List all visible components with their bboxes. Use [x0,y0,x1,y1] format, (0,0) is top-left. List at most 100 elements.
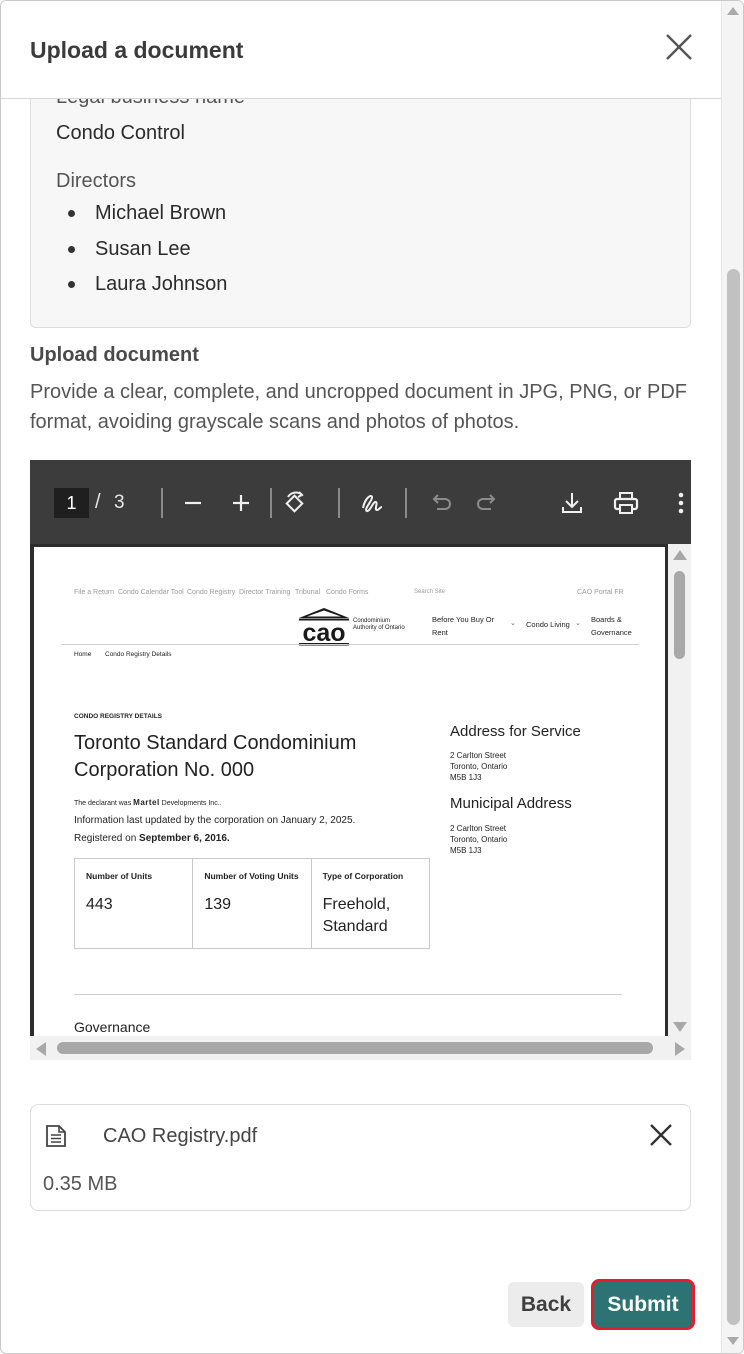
document-file-icon [46,1125,66,1147]
pdf-units-table: Number of Units 443 Number of Voting Uni… [74,858,430,949]
toolbar-divider [161,488,163,518]
pdf-address-line: M5B 1J3 [450,773,482,782]
table-header: Number of Units [86,871,153,881]
table-value: 443 [86,896,113,913]
chevron-down-icon: ⌄ [575,620,581,627]
pdf-address-service-title: Address for Service [450,723,581,740]
rotate-icon[interactable] [280,488,310,518]
toolbar-divider [405,488,407,518]
upload-document-title: Upload document [30,344,199,366]
table-cell: Type of Corporation Freehold, Standard [312,859,429,948]
modal-header: Upload a document [1,1,721,99]
pdf-search-label: Search Site [414,589,446,595]
pdf-horizontal-scrollbar[interactable] [30,1036,691,1060]
pdf-heading-line2: Corporation No. 000 [74,759,255,781]
pdf-divider [61,644,639,645]
print-icon[interactable] [611,488,641,518]
redo-icon[interactable] [473,488,503,518]
directors-list: Michael Brown Susan Lee Laura Johnson [56,202,227,309]
pdf-nav-item: Before You Buy Or Rent [432,615,495,637]
submit-button[interactable]: Submit [591,1279,695,1330]
zoom-out-icon[interactable] [178,488,208,518]
pdf-top-link: Tribunal [295,589,321,596]
modal-title: Upload a document [30,37,244,63]
download-icon[interactable] [557,488,587,518]
pdf-address-line: 2 Carlton Street [450,751,507,760]
page-number-input[interactable]: 1 [54,488,89,518]
more-options-icon[interactable] [666,488,691,518]
pdf-divider [74,994,622,995]
scroll-down-arrow-icon[interactable] [727,1337,739,1345]
file-size: 0.35 MB [43,1173,118,1195]
scroll-right-arrow-icon[interactable] [675,1042,685,1056]
pdf-page: File a Return Condo Calendar Tool Condo … [34,547,665,1039]
close-icon[interactable] [663,31,695,63]
scroll-thumb[interactable] [57,1042,653,1054]
total-pages: 3 [114,492,125,513]
pdf-registered-prefix: Registered on [74,833,137,844]
cao-logo-text: cao [302,619,345,647]
pdf-vertical-scrollbar[interactable] [668,544,691,1036]
pdf-address-line: Toronto, Ontario [450,762,508,771]
directors-label: Directors [56,170,137,192]
scroll-thumb[interactable] [674,571,685,659]
pdf-registered-line: Registered on September 6, 2016. [74,833,230,844]
pdf-municipal-title: Municipal Address [450,795,572,812]
pdf-heading-line1: Toronto Standard Condominium [74,732,357,754]
modal-scrollbar[interactable] [721,1,743,1353]
annotate-icon[interactable] [357,488,387,518]
pdf-nav-item: Condo Living [526,620,570,629]
director-item: Laura Johnson [56,273,227,309]
pdf-breadcrumb-current: Condo Registry Details [105,651,172,658]
toolbar-divider [338,488,340,518]
business-info-card: Legal business name Condo Control Direct… [30,61,691,328]
toolbar-divider [270,488,272,518]
pdf-registered-date: September 6, 2016. [139,833,230,844]
table-value: 139 [204,896,232,913]
page-separator: / [95,491,101,513]
file-name: CAO Registry.pdf [103,1125,258,1147]
upload-document-description: Provide a clear, complete, and uncropped… [30,381,687,433]
pdf-address-service: 2 Carlton Street Toronto, Ontario M5B 1J… [450,750,507,783]
pdf-top-link: Condo Forms [326,589,369,596]
uploaded-file-card: CAO Registry.pdf 0.35 MB [30,1104,691,1211]
pdf-declarant-line: The declarant was Martel Developments In… [74,798,222,807]
scroll-left-arrow-icon[interactable] [36,1042,46,1056]
director-item: Susan Lee [56,238,227,274]
pdf-declarant-suffix: Developments Inc.. [161,800,222,807]
director-item: Michael Brown [56,202,227,238]
pdf-top-link: Condo Registry [187,589,236,596]
remove-file-icon[interactable] [648,1122,674,1148]
zoom-in-icon[interactable] [226,488,256,518]
pdf-declarant-prefix: The declarant was [74,800,132,807]
scroll-down-arrow-icon[interactable] [673,1022,687,1032]
pdf-viewer: 1 / 3 File a Return Condo Calendar Tool … [30,460,691,1060]
cao-logo-caption: Condominium Authority of Ontario [353,618,405,631]
pdf-toolbar: 1 / 3 [30,460,691,544]
pdf-top-link: Director Training [239,589,291,596]
table-header: Type of Corporation [322,871,404,881]
pdf-portal-links: CAO Portal FR [577,589,624,596]
table-header: Number of Voting Units [204,871,299,881]
scroll-thumb[interactable] [727,269,740,1325]
table-value: Freehold, Standard [322,896,391,935]
cao-logo-icon: cao [299,608,349,647]
pdf-top-link: Condo Calendar Tool [118,589,184,596]
back-button[interactable]: Back [508,1282,584,1327]
legal-business-name-value: Condo Control [56,122,185,144]
pdf-address-line: Toronto, Ontario [450,835,508,844]
pdf-document-area[interactable]: File a Return Condo Calendar Tool Condo … [30,544,691,1039]
pdf-last-updated: Information last updated by the corporat… [74,815,356,826]
pdf-municipal-address: 2 Carlton Street Toronto, Ontario M5B 1J… [450,823,507,856]
pdf-declarant-name: Martel [133,798,160,807]
undo-icon[interactable] [425,488,455,518]
chevron-down-icon: ⌄ [510,620,516,627]
pdf-top-link: File a Return [74,589,115,596]
scroll-up-arrow-icon[interactable] [673,550,687,560]
pdf-address-line: M5B 1J3 [450,846,482,855]
table-cell: Number of Voting Units 139 [193,859,312,948]
table-cell: Number of Units 443 [75,859,194,948]
pdf-breadcrumb-home: Home [74,651,92,658]
upload-document-modal: Legal business name Condo Control Direct… [0,0,744,1354]
scroll-up-arrow-icon[interactable] [727,7,739,15]
